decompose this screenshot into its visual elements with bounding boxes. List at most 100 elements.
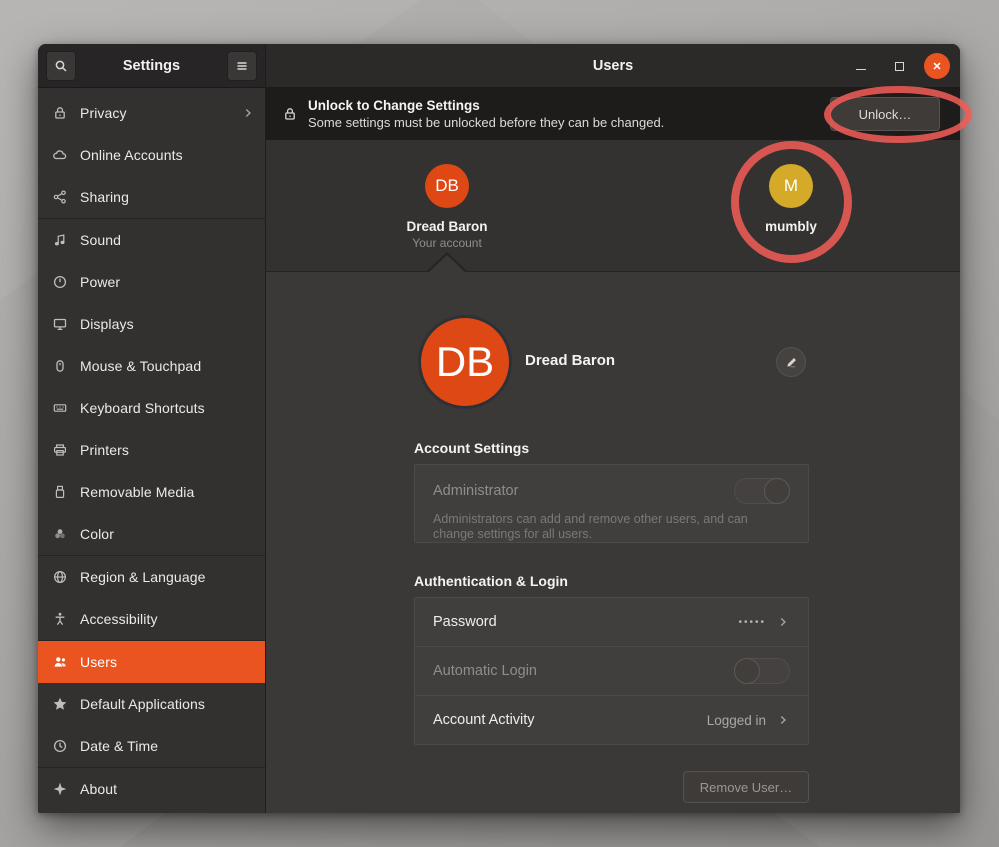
settings-window: Settings Privacy Online Accounts Sharing… xyxy=(38,44,960,813)
automatic-login-row: Automatic Login xyxy=(415,646,808,695)
sidebar-list: Privacy Online Accounts Sharing Sound Po… xyxy=(38,88,265,810)
lock-icon xyxy=(282,106,298,122)
menu-button[interactable] xyxy=(227,51,257,81)
automatic-login-toggle[interactable] xyxy=(734,658,790,684)
sidebar-item-online-accounts[interactable]: Online Accounts xyxy=(38,134,265,176)
cloud-icon xyxy=(52,147,68,163)
toggle-knob xyxy=(734,658,760,684)
mouse-icon xyxy=(52,358,68,374)
sidebar-item-mouse-touchpad[interactable]: Mouse & Touchpad xyxy=(38,345,265,387)
user-full-name: Dread Baron xyxy=(525,352,615,369)
music-note-icon xyxy=(52,232,68,248)
minimize-icon xyxy=(856,69,866,70)
toggle-knob xyxy=(764,478,790,504)
user-card-mumbly[interactable]: M mumbly xyxy=(716,164,866,234)
sidebar-item-sound[interactable]: Sound xyxy=(38,219,265,261)
user-card-dread-baron[interactable]: DB Dread Baron Your account xyxy=(372,164,522,250)
selected-user-pointer xyxy=(429,255,465,272)
sidebar: Settings Privacy Online Accounts Sharing… xyxy=(38,44,266,813)
sidebar-item-label: Keyboard Shortcuts xyxy=(80,400,255,416)
search-icon xyxy=(53,58,69,74)
star-icon xyxy=(52,696,68,712)
users-icon xyxy=(52,654,68,670)
authentication-heading: Authentication & Login xyxy=(414,573,568,589)
sidebar-item-label: Removable Media xyxy=(80,484,255,500)
sidebar-item-privacy[interactable]: Privacy xyxy=(38,92,265,134)
sidebar-item-users[interactable]: Users xyxy=(38,641,265,683)
close-button[interactable] xyxy=(924,53,950,79)
authentication-card: Password ••••• Automatic Login Account A… xyxy=(414,597,809,745)
sidebar-item-printers[interactable]: Printers xyxy=(38,429,265,471)
unlock-banner-text: Unlock to Change Settings Some settings … xyxy=(308,97,830,131)
sidebar-item-label: Printers xyxy=(80,442,255,458)
hamburger-icon xyxy=(234,58,250,74)
maximize-button[interactable] xyxy=(886,53,912,79)
lock-icon xyxy=(52,105,68,121)
sidebar-item-power[interactable]: Power xyxy=(38,261,265,303)
avatar-initials: DB xyxy=(435,176,459,196)
user-avatar-button[interactable]: DB xyxy=(421,318,509,406)
clock-icon xyxy=(52,738,68,754)
sidebar-item-label: Default Applications xyxy=(80,696,255,712)
chevron-right-icon xyxy=(776,615,790,629)
sidebar-item-label: Power xyxy=(80,274,255,290)
edit-name-button[interactable] xyxy=(776,347,806,377)
sparkle-icon xyxy=(52,781,68,797)
automatic-login-label: Automatic Login xyxy=(433,663,734,679)
app-title: Settings xyxy=(76,58,227,74)
pencil-icon xyxy=(784,355,799,370)
sidebar-item-color[interactable]: Color xyxy=(38,513,265,555)
window-controls xyxy=(848,44,950,88)
your-account-label: Your account xyxy=(372,236,522,250)
sidebar-item-label: Sharing xyxy=(80,189,255,205)
administrator-toggle[interactable] xyxy=(734,478,790,504)
usb-drive-icon xyxy=(52,484,68,500)
administrator-label: Administrator xyxy=(433,483,518,499)
sidebar-item-sharing[interactable]: Sharing xyxy=(38,176,265,218)
password-label: Password xyxy=(433,614,738,630)
sidebar-item-removable-media[interactable]: Removable Media xyxy=(38,471,265,513)
user-name: mumbly xyxy=(716,219,866,234)
account-activity-row[interactable]: Account Activity Logged in xyxy=(415,695,808,744)
sidebar-item-about[interactable]: About xyxy=(38,768,265,810)
sidebar-item-region-language[interactable]: Region & Language xyxy=(38,556,265,598)
search-button[interactable] xyxy=(46,51,76,81)
unlock-banner: Unlock to Change Settings Some settings … xyxy=(266,88,960,140)
sidebar-item-keyboard-shortcuts[interactable]: Keyboard Shortcuts xyxy=(38,387,265,429)
administrator-description: Administrators can add and remove other … xyxy=(433,512,763,542)
account-settings-heading: Account Settings xyxy=(414,440,529,456)
close-icon xyxy=(930,59,944,73)
unlock-banner-title: Unlock to Change Settings xyxy=(308,97,830,114)
account-activity-value: Logged in xyxy=(707,713,766,728)
user-carousel: DB Dread Baron Your account M mumbly xyxy=(266,140,960,272)
sidebar-item-accessibility[interactable]: Accessibility xyxy=(38,598,265,640)
account-activity-label: Account Activity xyxy=(433,712,707,728)
unlock-banner-subtitle: Some settings must be unlocked before th… xyxy=(308,114,830,131)
keyboard-icon xyxy=(52,400,68,416)
sidebar-item-label: Date & Time xyxy=(80,738,255,754)
printer-icon xyxy=(52,442,68,458)
avatar: DB xyxy=(425,164,469,208)
sidebar-item-label: Users xyxy=(80,654,255,670)
unlock-button[interactable]: Unlock… xyxy=(830,97,940,131)
sidebar-item-label: Mouse & Touchpad xyxy=(80,358,255,374)
user-name: Dread Baron xyxy=(372,219,522,234)
password-value: ••••• xyxy=(738,617,766,628)
sidebar-item-date-time[interactable]: Date & Time xyxy=(38,725,265,767)
administrator-row: Administrator xyxy=(433,478,790,504)
sidebar-item-default-applications[interactable]: Default Applications xyxy=(38,683,265,725)
power-icon xyxy=(52,274,68,290)
sidebar-item-label: Accessibility xyxy=(80,611,255,627)
password-row[interactable]: Password ••••• xyxy=(415,598,808,646)
remove-user-button[interactable]: Remove User… xyxy=(683,771,809,803)
color-circles-icon xyxy=(52,526,68,542)
sidebar-item-label: Sound xyxy=(80,232,255,248)
avatar: M xyxy=(769,164,813,208)
minimize-button[interactable] xyxy=(848,53,874,79)
avatar-initials: M xyxy=(784,176,798,196)
sidebar-item-label: Online Accounts xyxy=(80,147,255,163)
sidebar-item-displays[interactable]: Displays xyxy=(38,303,265,345)
headerbar: Users xyxy=(266,44,960,88)
globe-icon xyxy=(52,569,68,585)
display-icon xyxy=(52,316,68,332)
